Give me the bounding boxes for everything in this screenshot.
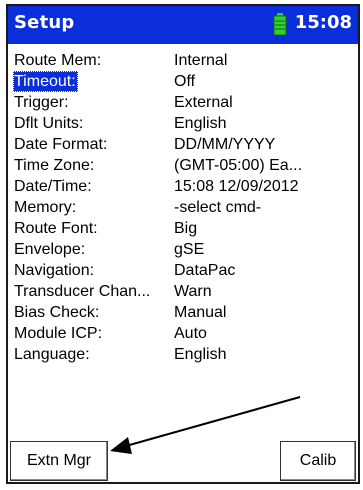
setting-row-trigger[interactable]: Trigger: External: [8, 92, 358, 113]
calib-softkey[interactable]: Calib: [280, 441, 356, 481]
setting-value: Off: [174, 73, 196, 90]
setting-value: gSE: [174, 241, 205, 258]
setting-value: Auto: [174, 325, 207, 342]
setting-value: English: [174, 115, 227, 132]
setting-value: -select cmd-: [174, 199, 262, 216]
setting-row-language[interactable]: Language: English: [8, 344, 358, 365]
setting-label: Dflt Units:: [14, 115, 84, 132]
settings-list: Route Mem: Internal Timeout: Off Trigger…: [8, 50, 358, 365]
clock: 15:08: [294, 12, 352, 33]
setting-label: Date/Time:: [14, 178, 92, 195]
setting-label: Bias Check:: [14, 304, 100, 321]
screen-title: Setup: [14, 12, 75, 33]
setting-row-envelope[interactable]: Envelope: gSE: [8, 239, 358, 260]
setting-row-module-icp[interactable]: Module ICP: Auto: [8, 323, 358, 344]
setting-row-bias-check[interactable]: Bias Check: Manual: [8, 302, 358, 323]
setting-row-time-zone[interactable]: Time Zone: (GMT-05:00) Ea...: [8, 155, 358, 176]
setting-row-date-format[interactable]: Date Format: DD/MM/YYYY: [8, 134, 358, 155]
setting-row-memory[interactable]: Memory: -select cmd-: [8, 197, 358, 218]
extn-mgr-softkey[interactable]: Extn Mgr: [10, 441, 108, 481]
setting-label: Language:: [14, 346, 90, 363]
setting-value: Internal: [174, 52, 228, 69]
setting-row-route-font[interactable]: Route Font: Big: [8, 218, 358, 239]
setting-row-dflt-units[interactable]: Dflt Units: English: [8, 113, 358, 134]
setting-label-selected: Timeout:: [13, 71, 78, 92]
setting-row-date-time[interactable]: Date/Time: 15:08 12/09/2012: [8, 176, 358, 197]
setting-value: 15:08 12/09/2012: [174, 178, 299, 195]
setting-value: English: [174, 346, 227, 363]
setting-value: DataPac: [174, 262, 236, 279]
setting-row-timeout[interactable]: Timeout: Off: [8, 71, 358, 92]
setting-value: Manual: [174, 304, 227, 321]
battery-icon: [273, 13, 287, 36]
setting-label: Memory:: [14, 199, 77, 216]
setting-label: Module ICP:: [14, 325, 103, 342]
setting-value: Warn: [174, 283, 212, 300]
setting-label: Date Format:: [14, 136, 108, 153]
setting-label: Navigation:: [14, 262, 95, 279]
setting-value: Big: [174, 220, 198, 237]
setting-row-transducer-chan[interactable]: Transducer Chan... Warn: [8, 281, 358, 302]
setting-label: Route Mem:: [14, 52, 102, 69]
setting-row-route-mem[interactable]: Route Mem: Internal: [8, 50, 358, 71]
title-bar: Setup 15:08: [8, 6, 358, 44]
device-screen: Setup 15:08 Route Mem: Internal Timeout:…: [6, 4, 360, 484]
setting-label: Time Zone:: [14, 157, 95, 174]
setting-row-navigation[interactable]: Navigation: DataPac: [8, 260, 358, 281]
setting-value: DD/MM/YYYY: [174, 136, 276, 153]
setting-label: Envelope:: [14, 241, 86, 258]
setting-value: (GMT-05:00) Ea...: [174, 157, 303, 174]
setting-label: Route Font:: [14, 220, 98, 237]
setting-label: Transducer Chan...: [14, 283, 151, 300]
setting-label: Trigger:: [14, 94, 69, 111]
setting-value: External: [174, 94, 233, 111]
